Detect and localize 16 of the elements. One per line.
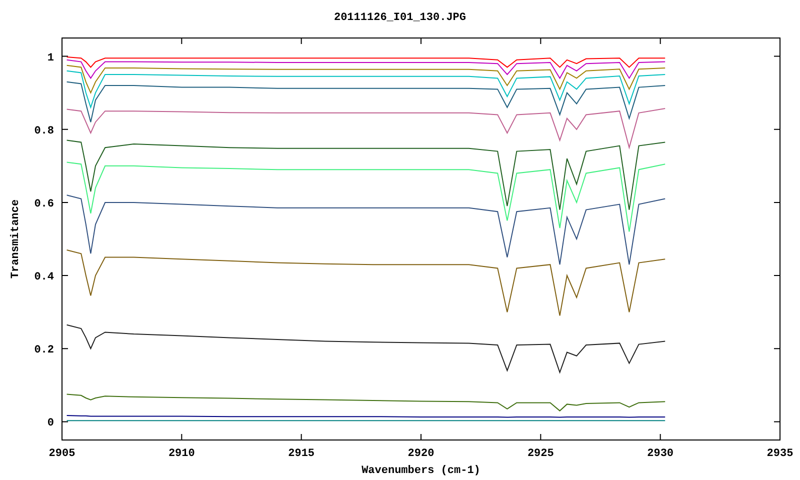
y-axis-label: Transmitance [10, 199, 22, 279]
y-tick-label: 0.6 [34, 198, 54, 210]
chart-title: 20111126_I01_130.JPG [334, 12, 466, 24]
y-tick-label: 0 [47, 418, 54, 430]
x-tick-label: 2920 [408, 448, 434, 460]
y-tick-label: 0.2 [34, 344, 54, 357]
y-tick-label: 0.8 [34, 125, 54, 138]
x-tick-label: 2910 [168, 448, 195, 460]
y-tick-label: 0.4 [34, 272, 54, 284]
x-tick-label: 2915 [288, 448, 315, 460]
x-tick-label: 2930 [647, 448, 674, 460]
x-axis-label: Wavenumbers (cm-1) [362, 465, 480, 477]
x-tick-label: 2925 [527, 448, 554, 460]
x-tick-label: 2935 [766, 448, 794, 460]
y-tick-label: 1 [47, 52, 54, 64]
x-tick-label: 2905 [48, 448, 76, 460]
